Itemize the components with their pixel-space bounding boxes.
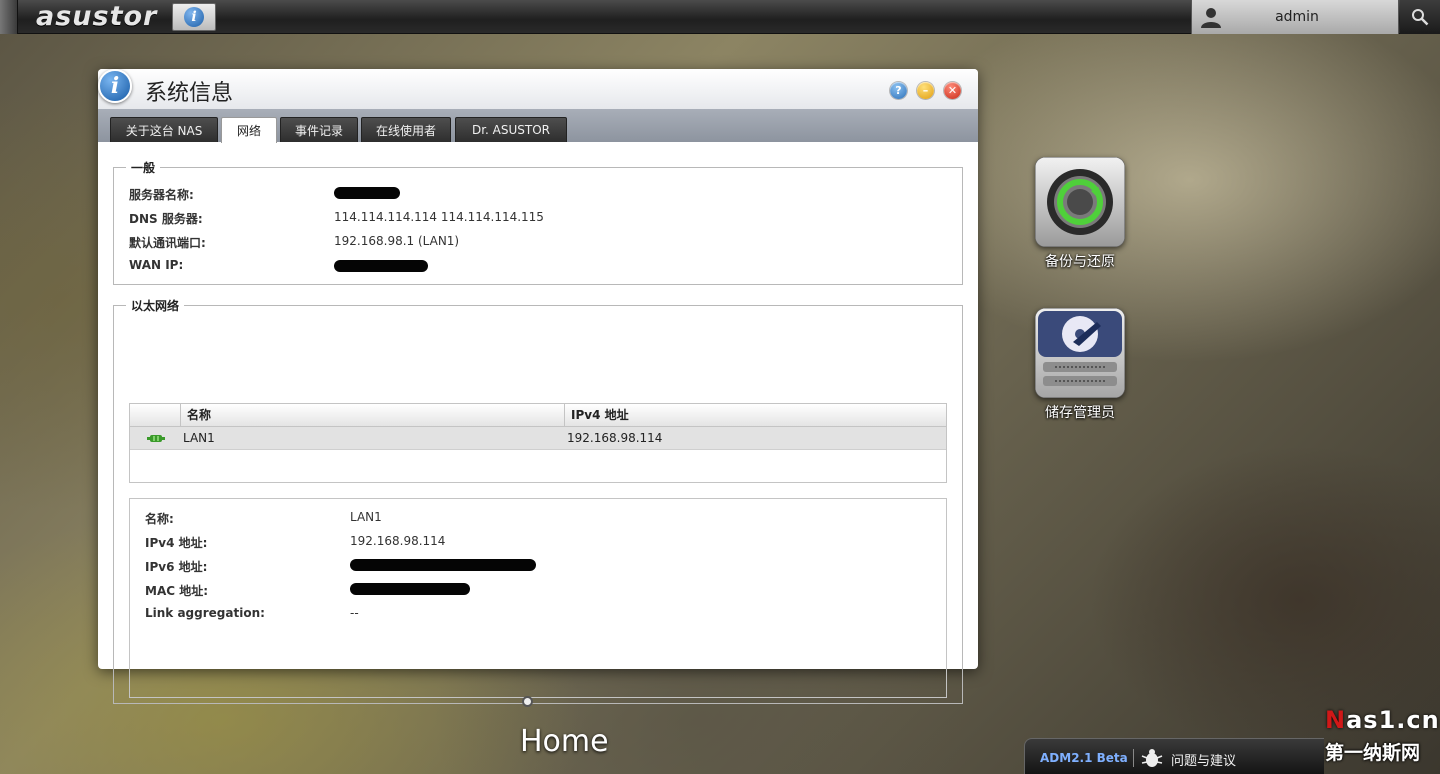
detail-ipv4-label: IPv4 地址: xyxy=(145,536,208,550)
window-content: 一般 服务器名称: DNS 服务器: 114.114.114.114 114.1… xyxy=(98,142,978,704)
row-ipv4-cell: 192.168.98.114 xyxy=(567,431,663,445)
bug-icon xyxy=(1141,749,1163,767)
detail-link-aggregation-label: Link aggregation: xyxy=(145,606,265,620)
default-gateway-label: 默认通讯端口: xyxy=(129,236,206,250)
desktop-edge-tab[interactable] xyxy=(0,0,18,34)
desktop-page-label: Home xyxy=(520,724,609,759)
user-menu[interactable]: admin xyxy=(1191,0,1399,34)
help-button[interactable]: ? xyxy=(890,82,907,99)
window-title: 系统信息 xyxy=(145,81,234,106)
watermark-accent-letter: N xyxy=(1325,706,1347,734)
wan-ip-label: WAN IP: xyxy=(129,258,184,272)
desktop-app-label: 储存管理员 xyxy=(1045,405,1115,421)
top-bar: asustor i admin xyxy=(0,0,1440,34)
ethernet-legend: 以太网络 xyxy=(131,299,180,313)
system-info-window: i 系统信息 ? – ✕ 关于这台 NAS 网络 事件记录 在线使用者 Dr. … xyxy=(98,69,978,704)
minimize-button[interactable]: – xyxy=(917,82,934,99)
close-button[interactable]: ✕ xyxy=(944,82,961,99)
detail-name-value: LAN1 xyxy=(350,510,382,524)
dns-server-label: DNS 服务器: xyxy=(129,212,203,226)
close-icon: ✕ xyxy=(947,84,958,97)
interface-detail-panel: 名称: LAN1 IPv4 地址: 192.168.98.114 IPv6 地址… xyxy=(129,498,947,698)
footer-divider xyxy=(1133,749,1134,767)
row-name-cell: LAN1 xyxy=(183,431,215,445)
desktop-app-backup-restore[interactable]: 备份与还原 xyxy=(1020,157,1140,271)
desktop-app-label: 备份与还原 xyxy=(1045,254,1115,270)
feedback-link[interactable]: 问题与建议 xyxy=(1171,750,1236,769)
search-button[interactable] xyxy=(1400,0,1440,34)
adm-version-label: ADM2.1 Beta xyxy=(1040,751,1128,765)
storage-manager-icon xyxy=(1035,308,1125,398)
table-row[interactable]: LAN1 192.168.98.114 xyxy=(130,427,946,450)
default-gateway-value: 192.168.98.1 (LAN1) xyxy=(334,234,460,248)
detail-mac-value-redacted xyxy=(350,583,470,595)
tab-event-log[interactable]: 事件记录 xyxy=(280,117,358,142)
system-info-launcher[interactable]: i xyxy=(172,3,216,31)
detail-ipv6-value-redacted xyxy=(350,559,536,571)
backup-restore-icon xyxy=(1035,157,1125,247)
tab-online-users[interactable]: 在线使用者 xyxy=(361,117,451,142)
page-indicator-dot[interactable] xyxy=(522,696,533,707)
brand-logo: asustor xyxy=(36,1,158,32)
search-icon xyxy=(1412,9,1429,26)
desktop-app-storage-manager[interactable]: 储存管理员 xyxy=(1020,308,1140,422)
site-watermark: Nas1.cn 第一纳斯网 xyxy=(1322,704,1440,774)
column-header-ipv4[interactable]: IPv4 地址 xyxy=(564,404,946,427)
tab-dr-asustor[interactable]: Dr. ASUSTOR xyxy=(455,117,567,142)
minus-icon: – xyxy=(922,84,929,97)
detail-name-label: 名称: xyxy=(145,512,174,526)
detail-ipv6-label: IPv6 地址: xyxy=(145,560,208,574)
network-plug-icon xyxy=(147,435,165,442)
username-label: admin xyxy=(1275,9,1319,25)
tab-bar: 关于这台 NAS 网络 事件记录 在线使用者 Dr. ASUSTOR xyxy=(98,109,978,143)
tab-about-nas[interactable]: 关于这台 NAS xyxy=(110,117,218,142)
dns-server-value: 114.114.114.114 114.114.114.115 xyxy=(334,210,544,224)
detail-ipv4-value: 192.168.98.114 xyxy=(350,534,446,548)
tab-network[interactable]: 网络 xyxy=(221,117,277,143)
info-icon: i xyxy=(184,7,204,27)
table-header: 名称 IPv4 地址 xyxy=(130,404,946,427)
ethernet-table: 名称 IPv4 地址 LAN1 192.168.98.114 xyxy=(129,403,947,483)
detail-link-aggregation-value: -- xyxy=(350,606,359,620)
window-titlebar[interactable]: i 系统信息 ? – ✕ xyxy=(98,69,978,109)
watermark-site-name: 第一纳斯网 xyxy=(1325,742,1421,764)
detail-mac-label: MAC 地址: xyxy=(145,584,209,598)
server-name-label: 服务器名称: xyxy=(129,188,194,202)
wan-ip-value-redacted xyxy=(334,260,428,272)
user-icon xyxy=(1201,8,1221,28)
column-header-name[interactable]: 名称 xyxy=(180,404,564,427)
server-name-value-redacted xyxy=(334,187,400,199)
footer-bar: ADM2.1 Beta 问题与建议 xyxy=(1024,738,1324,774)
general-legend: 一般 xyxy=(131,161,156,175)
watermark-domain-rest: as1.cn xyxy=(1346,706,1440,734)
info-icon: i xyxy=(98,69,132,103)
question-icon: ? xyxy=(895,84,902,97)
watermark-domain: Nas1.cn xyxy=(1325,706,1440,734)
